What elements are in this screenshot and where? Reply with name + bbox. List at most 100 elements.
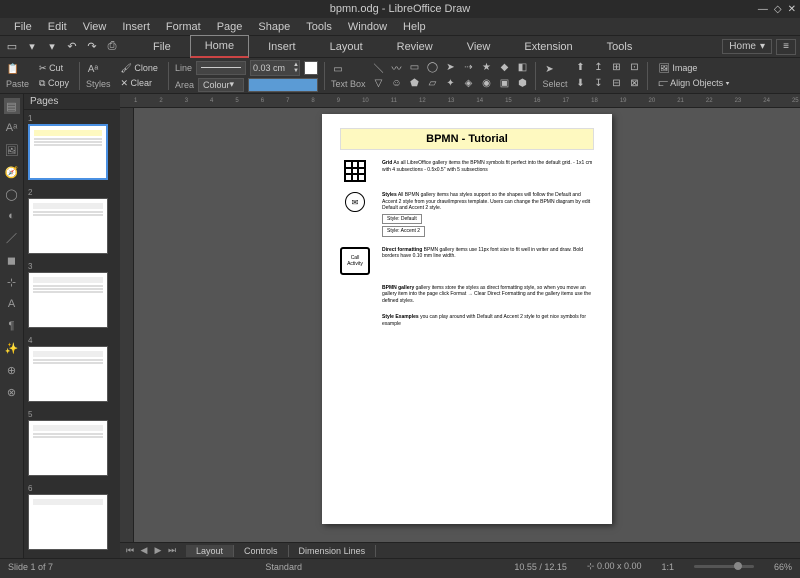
minimize-icon[interactable]: — [758, 4, 768, 15]
slide-thumb-4[interactable]: 4 [28, 336, 116, 402]
tab-home[interactable]: Home [190, 35, 249, 58]
shape-block-icon[interactable]: ⬟ [407, 77, 421, 91]
context-dropdown[interactable]: Home▾ [722, 39, 772, 54]
new-icon[interactable]: ▭ [4, 39, 20, 55]
clear-button[interactable]: ✕ Clear [116, 77, 161, 90]
menu-help[interactable]: Help [395, 19, 434, 35]
tool-effects-icon[interactable]: ✨ [4, 340, 20, 356]
copy-button[interactable]: ⧉ Copy [35, 77, 73, 90]
tab-file[interactable]: File [138, 36, 186, 58]
cut-button[interactable]: ✂ Cut [35, 62, 73, 75]
shape-arrow-icon[interactable]: ➤ [443, 61, 457, 75]
shape-callout-icon[interactable]: ◆ [497, 61, 511, 75]
tool-char-icon[interactable]: A [4, 296, 20, 312]
slide-thumb-5[interactable]: 5 [28, 410, 116, 476]
horizontal-ruler[interactable]: 1234567891011121314151617181920212223242… [120, 94, 800, 108]
vertical-ruler[interactable] [120, 108, 134, 542]
status-zoom[interactable]: 66% [774, 562, 792, 572]
menu-window[interactable]: Window [340, 19, 395, 35]
page[interactable]: BPMN - Tutorial Grid As all LibreOffice … [322, 114, 612, 524]
clone-button[interactable]: 🖌 Clone [116, 62, 161, 75]
menu-view[interactable]: View [75, 19, 115, 35]
zoom-slider[interactable] [694, 565, 754, 568]
maximize-icon[interactable]: ◇ [774, 4, 782, 15]
shape-3d-icon[interactable]: ◧ [515, 61, 529, 75]
paste-icon[interactable]: 📋 [6, 63, 20, 77]
tab-review[interactable]: Review [382, 36, 448, 58]
tool-styles-icon[interactable]: Aᵃ [4, 120, 20, 136]
shape-line-icon[interactable]: ＼ [371, 61, 385, 75]
tab-layout[interactable]: Layout [315, 36, 378, 58]
line-width-input[interactable] [251, 63, 293, 73]
line-color-select[interactable] [304, 61, 318, 75]
menu-shape[interactable]: Shape [250, 19, 298, 35]
arrange-forward-icon[interactable]: ↥ [591, 61, 605, 75]
tool-navigator-icon[interactable]: 🧭 [4, 164, 20, 180]
shape-misc-icon[interactable]: ✦ [443, 77, 457, 91]
arrange-backward-icon[interactable]: ↧ [591, 77, 605, 91]
last-slide-icon[interactable]: ⏭ [166, 545, 178, 556]
menu-tools[interactable]: Tools [298, 19, 340, 35]
shape-ellipse-icon[interactable]: ◯ [425, 61, 439, 75]
shape-connector-icon[interactable]: ⇢ [461, 61, 475, 75]
shape-basic-icon[interactable]: ▽ [371, 77, 385, 91]
shape-more2-icon[interactable]: ◉ [479, 77, 493, 91]
line-style-select[interactable] [196, 61, 246, 75]
tab-extension[interactable]: Extension [509, 36, 587, 58]
save-icon[interactable]: ▾ [44, 39, 60, 55]
tool-extra2-icon[interactable]: ⊗ [4, 384, 20, 400]
redo-icon[interactable]: ↷ [84, 39, 100, 55]
tool-shadow-icon[interactable]: ◼ [4, 252, 20, 268]
shape-curve-icon[interactable]: 〰 [389, 61, 403, 75]
open-icon[interactable]: ▾ [24, 39, 40, 55]
ungroup-icon[interactable]: ⊟ [609, 77, 623, 91]
slide-thumb-2[interactable]: 2 [28, 188, 116, 254]
close-icon[interactable]: ✕ [788, 4, 796, 15]
tool-fill-icon[interactable]: ◐ [4, 208, 20, 224]
line-width-spinner[interactable]: ▲▼ [250, 60, 300, 76]
hamburger-icon[interactable]: ≡ [776, 39, 796, 55]
exit-group-icon[interactable]: ⊠ [627, 77, 641, 91]
menu-edit[interactable]: Edit [40, 19, 75, 35]
print-icon[interactable]: ⎙ [104, 39, 120, 55]
style-accent2-button[interactable]: Style: Accent 2 [382, 226, 425, 237]
arrange-front-icon[interactable]: ⬆ [573, 61, 587, 75]
tool-position-icon[interactable]: ⊹ [4, 274, 20, 290]
tab-view[interactable]: View [452, 36, 506, 58]
tool-gallery-icon[interactable]: 🖼 [4, 142, 20, 158]
slides-list[interactable]: 1 2 3 4 5 6 [24, 110, 120, 558]
tool-extra1-icon[interactable]: ⊕ [4, 362, 20, 378]
tool-line-icon[interactable]: ／ [4, 230, 20, 246]
menu-insert[interactable]: Insert [114, 19, 158, 35]
shape-more4-icon[interactable]: ⬢ [515, 77, 529, 91]
image-button[interactable]: 🖼 Image [654, 62, 733, 75]
align-objects-button[interactable]: ⫍ Align Objects ▾ [654, 77, 733, 90]
shape-flow-icon[interactable]: ▱ [425, 77, 439, 91]
layer-tab-layout[interactable]: Layout [186, 545, 234, 557]
tab-insert[interactable]: Insert [253, 36, 311, 58]
first-slide-icon[interactable]: ⏮ [124, 545, 136, 556]
menu-format[interactable]: Format [158, 19, 209, 35]
prev-slide-icon[interactable]: ◀ [138, 545, 150, 556]
next-slide-icon[interactable]: ▶ [152, 545, 164, 556]
select-icon[interactable]: ➤ [542, 63, 556, 77]
undo-icon[interactable]: ↶ [64, 39, 80, 55]
shape-more3-icon[interactable]: ▣ [497, 77, 511, 91]
slide-thumb-3[interactable]: 3 [28, 262, 116, 328]
group-icon[interactable]: ⊞ [609, 61, 623, 75]
tab-tools[interactable]: Tools [592, 36, 648, 58]
layer-tab-dimension[interactable]: Dimension Lines [289, 545, 377, 557]
textbox-icon[interactable]: ▭ [331, 63, 345, 77]
spin-down-icon[interactable]: ▼ [293, 68, 299, 74]
styles-icon[interactable]: Aᵃ [86, 63, 100, 77]
style-default-button[interactable]: Style: Default [382, 214, 422, 225]
slide-thumb-6[interactable]: 6 [28, 484, 116, 550]
shape-symbol-icon[interactable]: ☺ [389, 77, 403, 91]
fill-type-select[interactable]: Colour ▾ [198, 78, 244, 92]
canvas-viewport[interactable]: BPMN - Tutorial Grid As all LibreOffice … [134, 108, 800, 542]
slide-thumb-1[interactable]: 1 [28, 114, 116, 180]
tool-shapes-icon[interactable]: ◯ [4, 186, 20, 202]
tool-properties-icon[interactable]: ▤ [4, 98, 20, 114]
layer-tab-controls[interactable]: Controls [234, 545, 289, 557]
fill-color-select[interactable] [248, 78, 318, 92]
